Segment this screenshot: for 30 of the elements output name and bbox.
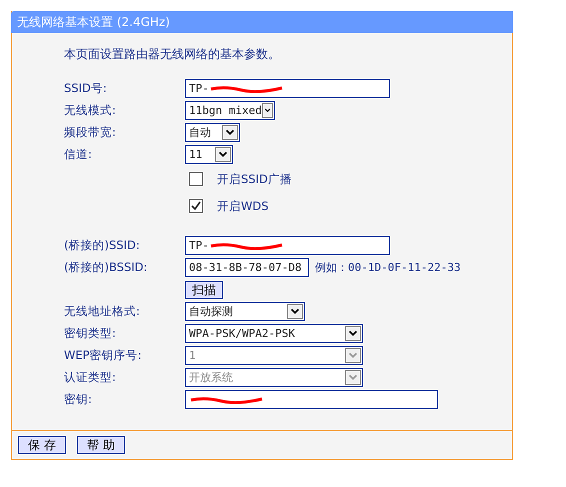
- field-label: 信道:: [64, 147, 93, 162]
- field-label: WEP密钥序号:: [64, 348, 142, 363]
- description-text: 本页面设置路由器无线网络的基本参数。: [64, 46, 281, 63]
- dropdown[interactable]: WPA-PSK/WPA2-PSK: [185, 324, 363, 343]
- dropdown[interactable]: 11bgn mixed: [185, 101, 275, 120]
- field-label: 无线模式:: [64, 103, 117, 118]
- scan-button[interactable]: 扫描: [185, 280, 223, 298]
- field-label: 无线地址格式:: [64, 304, 141, 319]
- field-label: 认证类型:: [64, 370, 117, 385]
- field-label: SSID号:: [64, 81, 108, 96]
- dropdown[interactable]: 自动探测: [185, 302, 305, 321]
- field-label: (桥接的)SSID:: [64, 238, 141, 253]
- field-label: 密钥:: [64, 392, 93, 407]
- dropdown[interactable]: 11: [185, 145, 233, 164]
- input-field[interactable]: TP-: [185, 79, 390, 98]
- input-field[interactable]: TP-: [185, 236, 390, 255]
- field-label: 频段带宽:: [64, 125, 117, 140]
- checkbox[interactable]: [189, 172, 203, 186]
- input-field[interactable]: [185, 390, 438, 409]
- window-title: 无线网络基本设置 (2.4GHz): [11, 11, 513, 33]
- checkbox-label: 开启WDS: [217, 198, 269, 214]
- field-label: (桥接的)BSSID:: [64, 260, 148, 275]
- footer-button[interactable]: 保 存: [18, 436, 66, 454]
- checkbox[interactable]: [189, 199, 203, 213]
- dropdown[interactable]: 自动: [185, 123, 240, 142]
- footer-button[interactable]: 帮 助: [77, 436, 125, 454]
- example-hint: 例如：00-1D-0F-11-22-33: [315, 260, 461, 275]
- checkbox-label: 开启SSID广播: [217, 172, 292, 186]
- input-field[interactable]: 08-31-8B-78-07-D8: [185, 258, 309, 277]
- field-label: 密钥类型:: [64, 326, 117, 341]
